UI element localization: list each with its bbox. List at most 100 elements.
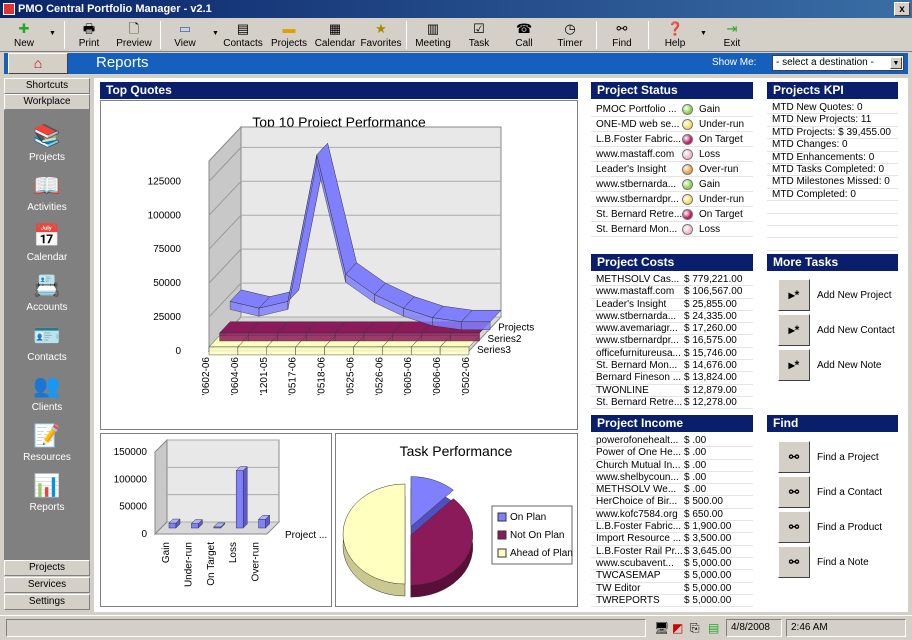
project-status-row[interactable]: St. Bernard Mon... Loss: [591, 222, 753, 237]
favorites-button[interactable]: ★ Favorites: [360, 20, 402, 50]
find-product-label[interactable]: Find a Product: [817, 522, 882, 533]
series-ribbon-face: [450, 332, 480, 342]
exit-button[interactable]: ⇥ Exit: [718, 20, 746, 50]
sidebar-tab-settings[interactable]: Settings: [4, 594, 90, 610]
project-status-row[interactable]: ONE-MD web se... Under-run: [591, 117, 753, 132]
sidebar-tab-services[interactable]: Services: [4, 577, 90, 593]
tray-icon[interactable]: ⎘: [690, 621, 700, 636]
sidebar-item-resources[interactable]: 📝 Resources: [4, 418, 90, 468]
project-income-row[interactable]: Church Mutual In... $ .00: [591, 460, 753, 472]
project-cost-amount: $ 13,824.00: [684, 372, 737, 384]
project-status-value: Under-run: [699, 194, 745, 205]
bar: [191, 523, 199, 529]
project-status-row[interactable]: www.mastaff.com Loss: [591, 147, 753, 162]
task-button[interactable]: ☑ Task: [464, 20, 494, 50]
project-cost-row[interactable]: St. Bernard Mon... $ 14,676.00: [591, 360, 753, 373]
sidebar-item-projects[interactable]: 📚 Projects: [4, 118, 90, 168]
calendar-button[interactable]: ▦ Calendar: [314, 20, 356, 50]
sidebar-tab-shortcuts[interactable]: Shortcuts: [4, 78, 90, 94]
add-new-project-label[interactable]: Add New Project: [817, 290, 891, 301]
monitor-icon[interactable]: 🖥: [654, 621, 669, 635]
project-cost-row[interactable]: www.avemariagr... $ 17,260.00: [591, 323, 753, 336]
sidebar-tab-workplace[interactable]: Workplace: [4, 94, 90, 110]
project-income-row[interactable]: TWCASEMAP $ 5,000.00: [591, 570, 753, 583]
project-income-row[interactable]: www.kofc7584.org $ 650.00: [591, 508, 753, 522]
print-button[interactable]: 🖶 Print: [74, 20, 104, 50]
help-dropdown-icon[interactable]: ▼: [700, 30, 707, 37]
project-cost-row[interactable]: www.mastaff.com $ 106,567.00: [591, 286, 753, 299]
add-new-contact-button[interactable]: ▸*: [778, 314, 810, 346]
project-cost-row[interactable]: officefurnitureusa... $ 15,746.00: [591, 348, 753, 361]
project-name: TWREPORTS: [596, 594, 660, 606]
project-income-row[interactable]: L.B.Foster Fabric... $ 1,900.00: [591, 521, 753, 534]
projects-button[interactable]: ▬ Projects: [270, 20, 308, 50]
find-contact-label[interactable]: Find a Contact: [817, 487, 882, 498]
preview-button[interactable]: 🗋 Preview: [114, 20, 154, 50]
new-button[interactable]: ✚ New: [10, 20, 38, 50]
project-income-row[interactable]: L.B.Foster Rail Pr... $ 3,645.00: [591, 546, 753, 558]
project-income-row[interactable]: HerChoice of Bir... $ 500.00: [591, 496, 753, 509]
find-project-button[interactable]: ⚯: [778, 441, 810, 473]
add-new-contact-label[interactable]: Add New Contact: [817, 325, 895, 336]
add-new-project-button[interactable]: ▸*: [778, 279, 810, 311]
help-button[interactable]: ❓ Help: [660, 20, 690, 50]
sidebar-item-accounts[interactable]: 📇 Accounts: [4, 268, 90, 318]
view-dropdown-icon[interactable]: ▼: [212, 30, 219, 37]
add-new-note-label[interactable]: Add New Note: [817, 360, 881, 371]
find-button[interactable]: ⚯ Find: [608, 20, 636, 50]
status-indicator-icon: [682, 224, 693, 235]
home-button[interactable]: ⌂: [8, 53, 68, 74]
kpi-value: MTD Changes: 0: [772, 139, 848, 151]
view-button[interactable]: ▭ View: [170, 20, 200, 50]
project-cost-row[interactable]: Leader's Insight $ 25,855.00: [591, 299, 753, 311]
contacts-button[interactable]: ▤ Contacts: [222, 20, 264, 50]
project-income-row[interactable]: TWREPORTS $ 5,000.00: [591, 594, 753, 608]
sheet-icon[interactable]: ▤: [708, 621, 719, 635]
project-income-row[interactable]: powerofonehealt... $ .00: [591, 435, 753, 448]
sidebar-item-clients[interactable]: 👥 Clients: [4, 368, 90, 418]
project-income-amount: $ 650.00: [684, 508, 723, 520]
sidebar-tab-projects[interactable]: Projects: [4, 560, 90, 576]
timer-button[interactable]: ◷ Timer: [554, 20, 586, 50]
project-cost-row[interactable]: TWONLINE $ 12,879.00: [591, 385, 753, 397]
kpi-empty-row: [767, 201, 898, 214]
project-name: HerChoice of Bir...: [596, 496, 678, 508]
add-new-note-button[interactable]: ▸*: [778, 349, 810, 381]
project-income-row[interactable]: TW Editor $ 5,000.00: [591, 583, 753, 595]
project-status-row[interactable]: L.B.Foster Fabric... On Target: [591, 132, 753, 147]
sidebar-item-reports[interactable]: 📊 Reports: [4, 468, 90, 518]
project-income-row[interactable]: Power of One He... $ .00: [591, 447, 753, 460]
find-product-button[interactable]: ⚯: [778, 511, 810, 543]
chevron-down-icon[interactable]: ▼: [890, 57, 902, 69]
project-cost-row[interactable]: St. Bernard Retre... $ 12,278.00: [591, 397, 753, 410]
project-cost-row[interactable]: Bernard Fineson ... $ 13,824.00: [591, 372, 753, 385]
project-status-row[interactable]: www.stbernardpr... Under-run: [591, 192, 753, 207]
close-button[interactable]: x: [894, 2, 910, 16]
alert-icon[interactable]: ◩: [672, 621, 683, 635]
project-income-row[interactable]: www.scubavent... $ 5,000.00: [591, 558, 753, 571]
project-cost-row[interactable]: www.stbernardpr... $ 16,575.00: [591, 335, 753, 348]
project-cost-row[interactable]: www.stbernarda... $ 24,335.00: [591, 311, 753, 324]
project-income-row[interactable]: www.shelbycoun... $ .00: [591, 471, 753, 485]
find-project-label[interactable]: Find a Project: [817, 452, 879, 463]
project-cost-row[interactable]: METHSOLV Cas... $ 779,221.00: [591, 274, 753, 287]
new-dropdown-icon[interactable]: ▼: [49, 30, 56, 37]
find-note-button[interactable]: ⚯: [778, 546, 810, 578]
project-status-row[interactable]: PMOC Portfolio ... Gain: [591, 102, 753, 117]
project-status-row[interactable]: Leader's Insight Over-run: [591, 162, 753, 177]
project-income-amount: $ .00: [684, 471, 707, 483]
project-status-row[interactable]: www.stbernarda... Gain: [591, 177, 753, 192]
sidebar-item-activities[interactable]: 📖 Activities: [4, 168, 90, 218]
legend-label: Ahead of Plan: [510, 548, 573, 559]
destination-select[interactable]: - select a destination - ▼: [772, 55, 904, 71]
project-income-row[interactable]: Import Resource ... $ 3,500.00: [591, 533, 753, 546]
kpi-row: MTD New Quotes: 0: [767, 102, 898, 115]
project-income-row[interactable]: METHSOLV We... $ .00: [591, 484, 753, 497]
sidebar-item-calendar[interactable]: 📅 Calendar: [4, 218, 90, 268]
find-note-label[interactable]: Find a Note: [817, 557, 869, 568]
project-status-row[interactable]: St. Bernard Retre... On Target: [591, 207, 753, 222]
find-contact-button[interactable]: ⚯: [778, 476, 810, 508]
meeting-button[interactable]: ▥ Meeting: [414, 20, 452, 50]
sidebar-item-contacts[interactable]: 🪪 Contacts: [4, 318, 90, 368]
call-button[interactable]: ☎ Call: [510, 20, 538, 50]
